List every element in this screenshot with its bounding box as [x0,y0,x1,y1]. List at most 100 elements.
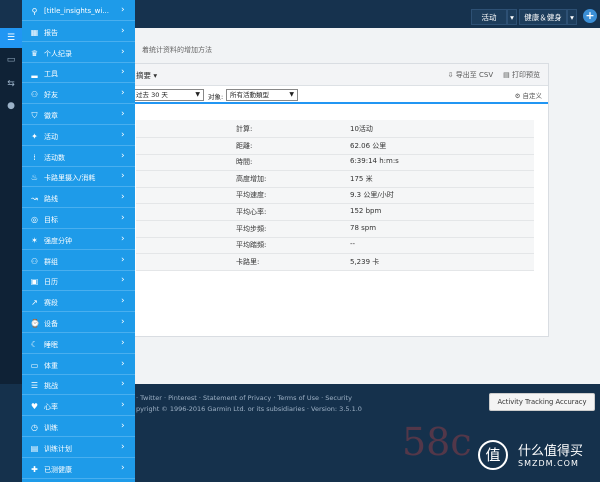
print-icon: ▤ [503,71,510,79]
print-link[interactable]: ▤ 打印预览 [503,70,540,80]
menu-item[interactable]: ▤ 训练计划 › [22,439,135,458]
connections-icon[interactable]: ⇆ [0,74,22,94]
profile-icon[interactable]: ● [0,96,22,116]
chevron-right-icon: › [121,150,125,161]
stat-row: 計算: 10活动 [136,120,534,138]
menu-item[interactable]: ⌚ 设备 › [22,314,135,333]
menu-item[interactable]: ⛉ 徽章 › [22,106,135,125]
menu-item-label: 卡路里摄入/消耗 [44,174,96,183]
activity-type-select[interactable]: 所有活動類型 ▼ [226,89,298,101]
menu-item-label: 设备 [44,320,58,328]
menu-item-label: [title_insights_wi... [44,7,110,15]
menu-item[interactable]: ⚇ 好友 › [22,85,135,105]
menu-item[interactable]: ✶ 强度分钟 › [22,231,135,250]
chevron-right-icon: › [121,275,125,286]
stopwatch-icon: ◷ [31,423,38,432]
menu-item[interactable]: ⁞ 活动数 › [22,148,135,167]
menu-item[interactable]: ✚ 已测健康 › [22,460,135,479]
stat-row: 平均步頻: 78 spm [136,220,534,238]
shoe-icon: ▂ [31,69,38,79]
watermark-logo: 值 [478,440,508,470]
chevron-right-icon: › [121,400,125,411]
chevron-right-icon: › [121,337,125,348]
report-icon: ▦ [30,27,39,37]
menu-item[interactable]: ☾ 睡眠 › [22,335,135,354]
menu-item-label: 活动数 [44,153,65,162]
stat-value: 9.3 公里/小时 [350,191,394,200]
menu-item-label: 训练 [44,424,58,432]
menu-item[interactable]: ▭ 体重 › [22,356,135,375]
menu-item[interactable]: ☰ 挑战 › [22,376,135,396]
health-icon: ✚ [31,464,38,474]
menu-item[interactable]: ▦ 报告 › [22,23,135,42]
stat-label: 平均踏頻: [236,241,267,250]
stat-row: 高度增加: 175 米 [136,170,534,188]
chevron-right-icon: › [121,192,125,203]
chevron-right-icon: › [121,5,125,15]
watermark-en: SMZDM.COM [518,459,579,468]
menu-item-label: 挑战 [44,382,58,391]
menu-item[interactable]: ♨ 卡路里摄入/消耗 › [22,168,135,188]
chevron-right-icon: › [121,129,125,140]
activity-dropdown-button[interactable]: ▾ [507,9,517,25]
export-csv-link[interactable]: ⇩ 导出至 CSV [448,70,493,80]
stat-row: 卡路里: 5,239 卡 [136,253,534,271]
trophy-icon: ♛ [30,48,39,58]
stat-value: 6:39:14 h:m:s [350,157,399,166]
flame-icon: ♨ [30,173,39,183]
menu-item-label: 工具 [44,70,58,79]
menu-item-label: 徽章 [44,112,58,120]
stat-label: 平均步頻: [236,224,267,233]
health-dropdown-button[interactable]: ▾ [567,9,577,25]
inbox-icon[interactable]: ▭ [0,50,22,70]
run-icon: ✦ [31,131,38,141]
stat-value: -- [350,240,356,249]
stat-value: 5,239 卡 [350,257,380,266]
menu-item[interactable]: ◎ 目标 › [22,210,135,229]
activity-tracking-accuracy-button[interactable]: Activity Tracking Accuracy [489,393,595,411]
export-icon: ⇩ [447,71,454,79]
stat-value: 62.06 公里 [350,141,387,150]
menu-item-label: 训练计划 [44,444,72,453]
footer-links[interactable]: · Twitter · Pinterest · Statement of Pri… [136,394,352,402]
left-rail: ☰ ▭ ⇆ ● [0,28,22,384]
intensity-icon: ✶ [31,235,38,245]
stat-row: 距離: 62.06 公里 [136,137,534,155]
chevron-right-icon: › [121,88,125,99]
chevron-right-icon: › [121,379,125,390]
route-icon: ↝ [31,194,38,204]
menu-item[interactable]: ◷ 训练 › [22,418,135,437]
menu-item-label: 体重 [44,361,58,370]
watermark-cn: 什么值得买 [518,444,584,459]
menu-item[interactable]: ⚇ 群组 › [22,252,135,271]
report-panel: 摘要 ▾ ⇩ 导出至 CSV ▤ 打印预览 过去 30 天 ▼ 对象: 所有活動類… [132,64,548,336]
menu-item[interactable]: ✦ 活动 › [22,127,135,146]
stat-row: 平均踏頻: -- [136,236,534,255]
scale-icon: ▭ [30,360,39,370]
menu-item[interactable]: ♛ 个人纪录 › [22,44,135,63]
menu-item[interactable]: ↝ 路线 › [22,189,135,209]
chevron-right-icon: › [121,441,125,452]
health-button[interactable]: 健康＆健身 [519,9,567,25]
menu-item[interactable]: ▣ 日历 › [22,272,135,292]
chevron-right-icon: › [121,25,125,36]
stat-label: 時間: [236,158,253,167]
menu-item[interactable]: ▂ 工具 › [22,64,135,84]
nav-flyout-menu: ⚲ [title_insights_wi... › ▦ 报告 › ♛ 个人纪录 › ▂ 工具 › ⚇ 好友… [22,0,135,482]
report-header: 摘要 ▾ ⇩ 导出至 CSV ▤ 打印预览 [132,64,548,86]
menu-item[interactable]: ↗ 赛段 › [22,293,135,313]
menu-icon[interactable]: ☰ [0,28,22,48]
menu-item[interactable]: ♥ 心率 › [22,397,135,417]
stat-value: 152 bpm [350,207,382,215]
chevron-right-icon: › [121,317,125,327]
custom-link[interactable]: ⚙ 自定义 [515,90,542,100]
menu-item[interactable]: ⚲ [title_insights_wi... › [22,2,135,21]
heart-icon: ♥ [30,402,39,412]
stat-label: 平均速度: [236,191,267,200]
stat-row: 平均心率: 152 bpm [136,203,534,221]
device-icon: ⌚ [30,319,40,328]
plus-icon[interactable]: + [583,9,597,23]
menu-item-label: 睡眠 [44,340,58,349]
activity-button[interactable]: 活动 [471,9,507,25]
period-select[interactable]: 过去 30 天 ▼ [132,89,204,101]
